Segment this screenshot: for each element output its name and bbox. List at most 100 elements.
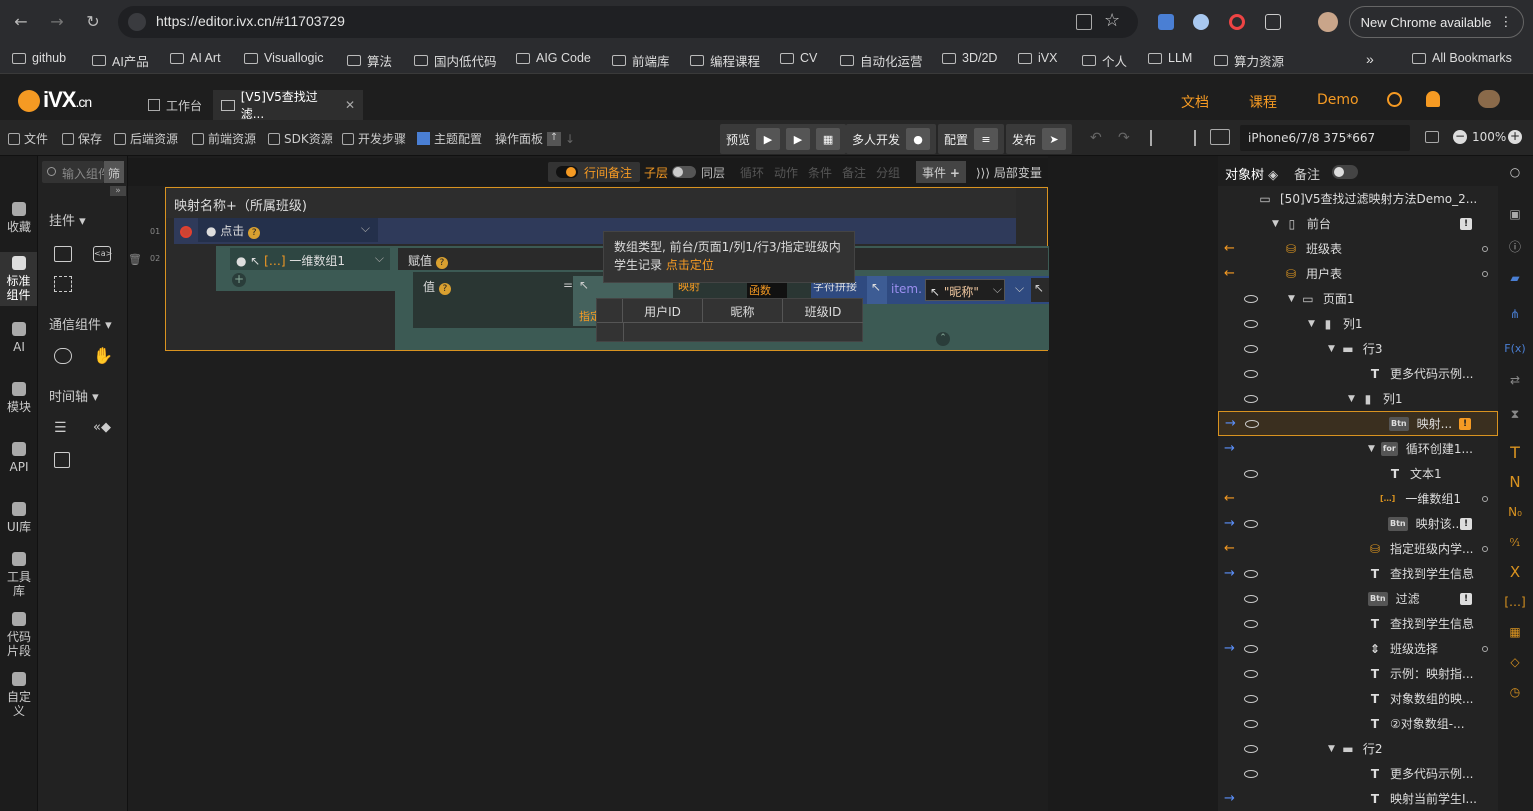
sdk-resources[interactable]: SDK资源: [268, 130, 333, 147]
arrow-up-icon[interactable]: ↑: [547, 131, 562, 146]
eye-icon[interactable]: [1244, 744, 1258, 753]
align-left-icon[interactable]: [1150, 130, 1166, 146]
condition-button[interactable]: 条件: [808, 164, 832, 181]
eye-icon[interactable]: [1244, 294, 1258, 303]
extension-icon[interactable]: [1229, 14, 1245, 30]
info-icon[interactable]: ⓘ: [1507, 238, 1523, 254]
bookmark-item[interactable]: 算法: [347, 51, 392, 70]
extension-icon[interactable]: [1193, 14, 1209, 30]
rail-api[interactable]: API: [0, 442, 38, 474]
bookmark-item[interactable]: CV: [780, 51, 817, 65]
section-timeline[interactable]: 时间轴 ▾: [49, 386, 99, 405]
swap-icon[interactable]: ⇄: [1507, 372, 1523, 388]
multi-dev-group[interactable]: 多人开发 ●: [846, 124, 937, 154]
comm-icon[interactable]: [54, 348, 72, 364]
bookmark-item[interactable]: 前端库: [612, 51, 670, 70]
tab-object-tree[interactable]: 对象树 ◈: [1225, 164, 1278, 183]
tree-node[interactable]: ← ⛁ 指定班级内学...: [1218, 536, 1498, 561]
locate-link[interactable]: 点击定位: [666, 258, 714, 272]
local-var-button[interactable]: ⟩⟩⟩ 局部变量: [976, 164, 1042, 181]
bookmark-item[interactable]: LLM: [1148, 51, 1192, 65]
chevron-down-icon[interactable]: ⌵: [361, 221, 370, 236]
chevron-down-icon[interactable]: ⌵: [1015, 281, 1024, 296]
array-var-icon[interactable]: […]: [1504, 594, 1525, 610]
tree-node[interactable]: T 示例：映射指...: [1218, 661, 1498, 686]
eye-icon[interactable]: [1244, 644, 1258, 653]
tree-node[interactable]: → T 映射当前学生I...: [1218, 786, 1498, 811]
chat-icon[interactable]: ▰: [1507, 270, 1523, 286]
eye-icon[interactable]: [1244, 369, 1258, 378]
bookmark-item[interactable]: github: [12, 51, 66, 65]
tree-node[interactable]: ← ⛁ 用户表: [1218, 261, 1498, 286]
file-menu[interactable]: 文件: [8, 130, 48, 147]
new-chrome-button[interactable]: New Chrome available ⋮: [1349, 6, 1524, 38]
bookmark-item[interactable]: Visuallogic: [244, 51, 324, 65]
sliders-icon[interactable]: ☰: [54, 420, 67, 436]
tree-node[interactable]: T ②对象数组-...: [1218, 711, 1498, 736]
section-widgets[interactable]: 挂件 ▾: [49, 210, 86, 229]
forward-icon[interactable]: →: [46, 10, 68, 32]
eye-icon[interactable]: [1244, 569, 1258, 578]
bookmark-item[interactable]: iVX: [1018, 51, 1057, 65]
zoom-in-icon[interactable]: +: [1508, 130, 1522, 144]
rail-ai[interactable]: AI: [0, 322, 38, 354]
target-select[interactable]: ● ↖ […] 一维数组1 ⌵: [230, 248, 390, 270]
eye-icon[interactable]: [1245, 419, 1259, 428]
collapse-up-icon[interactable]: ⌃: [936, 332, 950, 346]
theme-config[interactable]: 主题配置: [417, 130, 482, 147]
chevron-down-icon[interactable]: ▼: [1328, 744, 1335, 754]
op-panel[interactable]: 操作面板 ↑ ↓: [495, 130, 575, 147]
dev-steps[interactable]: 开发步骤: [342, 130, 406, 147]
action-button[interactable]: 动作: [774, 164, 798, 181]
notes-toggle[interactable]: [1332, 165, 1358, 179]
trash-icon[interactable]: 🗑: [128, 253, 142, 266]
eye-icon[interactable]: [1244, 594, 1258, 603]
arrow-down-icon[interactable]: ↓: [565, 132, 575, 146]
rail-favorites[interactable]: 收藏: [0, 202, 38, 234]
tree-node[interactable]: → Btn 映射该...!: [1218, 511, 1498, 536]
bookmark-item[interactable]: 3D/2D: [942, 51, 997, 65]
filter-button[interactable]: 筛: [104, 161, 124, 183]
note-button[interactable]: 备注: [842, 164, 866, 181]
bookmark-item[interactable]: 编程课程: [690, 51, 760, 70]
config-group[interactable]: 配置 ≡: [938, 124, 1005, 154]
help-icon[interactable]: ?: [248, 227, 261, 239]
device-select[interactable]: iPhone6/7/8 375*667: [1240, 125, 1410, 151]
eye-icon[interactable]: [1244, 319, 1258, 328]
tree-node[interactable]: → ▼ for 循环创建1...: [1218, 436, 1498, 461]
puzzle-icon[interactable]: [1265, 14, 1281, 30]
align-right-icon[interactable]: [1180, 130, 1196, 146]
rail-custom[interactable]: 自定义: [0, 672, 38, 718]
reload-icon[interactable]: ↻: [82, 10, 104, 32]
rail-modules[interactable]: 模块: [0, 382, 38, 414]
search-icon[interactable]: [1387, 92, 1402, 107]
box-icon[interactable]: ▣: [1507, 206, 1523, 222]
extension-icon[interactable]: [1158, 14, 1174, 30]
eye-icon[interactable]: [1244, 619, 1258, 628]
back-icon[interactable]: ←: [10, 10, 32, 32]
site-info-icon[interactable]: [128, 13, 146, 31]
search-icon[interactable]: ○: [1507, 164, 1523, 180]
tree-node[interactable]: ▼ ▭ 页面1: [1218, 286, 1498, 311]
add-icon[interactable]: +: [232, 273, 246, 287]
tree-node[interactable]: Btn 过滤!: [1218, 586, 1498, 611]
ivx-logo[interactable]: iVX.cn: [18, 87, 92, 113]
function-icon[interactable]: F(x): [1504, 340, 1525, 356]
clock-icon[interactable]: ◷: [1507, 684, 1523, 700]
number-var-icon[interactable]: N: [1507, 473, 1523, 491]
text-edit-icon[interactable]: [54, 246, 72, 262]
qrcode-icon[interactable]: ▦: [816, 128, 841, 150]
backend-resources[interactable]: 后端资源: [114, 130, 178, 147]
help-icon[interactable]: ?: [435, 257, 448, 269]
tree-node[interactable]: T 查找到学生信息: [1218, 611, 1498, 636]
chevron-down-icon[interactable]: ⌵: [993, 282, 1002, 297]
note-icon[interactable]: !: [1459, 417, 1471, 430]
link-courses[interactable]: 课程: [1249, 92, 1277, 112]
rail-standard[interactable]: 标准组件: [0, 252, 37, 306]
table-var-icon[interactable]: ▦: [1507, 624, 1523, 640]
tree-node[interactable]: ▼ ▬ 行2: [1218, 736, 1498, 761]
chevron-down-icon[interactable]: ▼: [1328, 344, 1335, 354]
text-var-icon[interactable]: T: [1507, 443, 1523, 462]
bookmark-item[interactable]: 个人: [1082, 51, 1127, 70]
tree-node[interactable]: ← […] 一维数组1: [1218, 486, 1498, 511]
